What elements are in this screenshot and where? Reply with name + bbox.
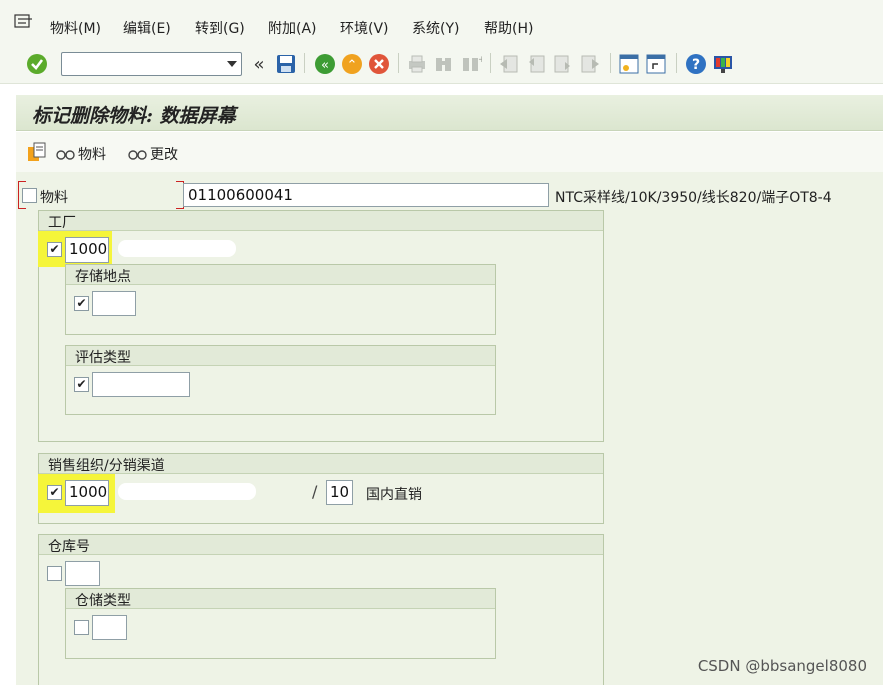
material-checkbox[interactable] xyxy=(22,188,37,203)
enter-check-icon[interactable] xyxy=(26,53,48,75)
svg-text:+: + xyxy=(478,55,482,65)
menu-environment[interactable]: 环境(V) xyxy=(340,18,389,38)
sales-org-header: 销售组织/分销渠道 xyxy=(39,454,603,474)
exit-icon[interactable]: ⌃ xyxy=(341,53,363,75)
warehouse-field[interactable] xyxy=(65,561,100,586)
layout-icon[interactable] xyxy=(712,53,734,75)
warehouse-checkbox[interactable] xyxy=(47,566,62,581)
plant-field[interactable]: 1000 xyxy=(65,237,109,263)
storage-type-header: 仓储类型 xyxy=(66,589,495,609)
toolbar-separator xyxy=(490,53,491,73)
material-number-value: 01100600041 xyxy=(188,186,293,204)
find-icon[interactable] xyxy=(433,53,455,75)
prev-page-icon[interactable] xyxy=(525,53,547,75)
storage-location-header: 存储地点 xyxy=(66,265,495,285)
copy-template-icon[interactable] xyxy=(26,141,48,163)
first-page-icon[interactable] xyxy=(498,53,520,75)
plant-value: 1000 xyxy=(69,240,108,258)
glasses-icon xyxy=(128,147,148,161)
svg-text:?: ? xyxy=(692,57,700,73)
watermark: CSDN @bbsangel8080 xyxy=(697,657,867,675)
valuation-type-header: 评估类型 xyxy=(66,346,495,366)
plant-checkbox[interactable]: ✔ xyxy=(47,242,62,257)
toolbar-separator xyxy=(610,53,611,73)
sap-menu-icon[interactable] xyxy=(14,13,34,29)
sales-org-value: 1000 xyxy=(69,483,108,501)
valuation-type-checkbox[interactable]: ✔ xyxy=(74,377,89,392)
glasses-icon xyxy=(56,147,76,161)
menu-bar: 物料(M) 编辑(E) 转到(G) 附加(A) 环境(V) 系统(Y) 帮助(H… xyxy=(0,0,883,44)
valuation-type-field[interactable] xyxy=(92,372,190,397)
valuation-type-title: 评估类型 xyxy=(75,350,131,366)
shortcut-icon[interactable] xyxy=(645,53,667,75)
separator-slash: / xyxy=(312,482,318,501)
distribution-channel-desc: 国内直销 xyxy=(366,487,422,503)
material-description: NTC采样线/10K/3950/线长820/端子OT8-4 xyxy=(555,190,832,206)
screen-title-bar: 标记删除物料: 数据屏幕 xyxy=(16,95,883,131)
required-marker xyxy=(176,208,184,209)
menu-goto[interactable]: 转到(G) xyxy=(195,18,245,38)
change-button-label: 更改 xyxy=(150,147,178,163)
page-title: 标记删除物料: 数据屏幕 xyxy=(32,105,236,127)
storage-location-title: 存储地点 xyxy=(75,269,131,285)
sales-org-title: 销售组织/分销渠道 xyxy=(48,458,165,474)
menu-material[interactable]: 物料(M) xyxy=(50,18,101,38)
storage-type-checkbox[interactable] xyxy=(74,620,89,635)
menu-edit[interactable]: 编辑(E) xyxy=(123,18,171,38)
svg-text:⌃: ⌃ xyxy=(347,58,358,73)
warehouse-title: 仓库号 xyxy=(48,539,90,555)
storage-type-field[interactable] xyxy=(92,615,127,640)
redacted-area xyxy=(118,240,236,257)
plant-group-title: 工厂 xyxy=(48,215,76,231)
required-marker xyxy=(176,181,184,182)
required-marker xyxy=(18,208,26,209)
svg-text:«: « xyxy=(321,58,329,73)
toolbar-separator xyxy=(304,53,305,73)
storage-location-field[interactable] xyxy=(92,291,136,316)
toolbar-separator xyxy=(676,53,677,73)
distribution-channel-value: 10 xyxy=(330,483,350,501)
menu-help[interactable]: 帮助(H) xyxy=(484,18,533,38)
plant-group-header: 工厂 xyxy=(39,211,603,231)
save-icon[interactable] xyxy=(275,53,297,75)
distribution-channel-field[interactable]: 10 xyxy=(326,480,353,505)
command-field[interactable] xyxy=(61,52,242,76)
menu-system[interactable]: 系统(Y) xyxy=(412,18,459,38)
toolbar-separator xyxy=(398,53,399,73)
material-button-label: 物料 xyxy=(78,147,106,163)
cancel-icon[interactable] xyxy=(368,53,390,75)
menu-extras[interactable]: 附加(A) xyxy=(268,18,317,38)
sales-org-field[interactable]: 1000 xyxy=(65,480,109,506)
application-toolbar: 物料 更改 xyxy=(16,132,883,172)
next-page-icon[interactable] xyxy=(552,53,574,75)
material-label: 物料 xyxy=(40,190,68,206)
print-icon[interactable] xyxy=(406,53,428,75)
help-icon[interactable]: ? xyxy=(685,53,707,75)
redacted-area xyxy=(118,483,256,500)
material-number-field[interactable]: 01100600041 xyxy=(183,183,549,207)
required-marker xyxy=(18,181,26,182)
storage-location-checkbox[interactable]: ✔ xyxy=(74,296,89,311)
storage-type-title: 仓储类型 xyxy=(75,593,131,609)
sales-org-checkbox[interactable]: ✔ xyxy=(47,485,62,500)
history-back-icon[interactable]: « xyxy=(248,53,270,75)
change-button[interactable]: 更改 xyxy=(128,144,178,164)
back-icon[interactable]: « xyxy=(314,53,336,75)
warehouse-header: 仓库号 xyxy=(39,535,603,555)
chevron-down-icon[interactable] xyxy=(227,61,237,67)
storage-type-group: 仓储类型 xyxy=(65,588,496,659)
find-next-icon[interactable]: + xyxy=(460,53,482,75)
material-button[interactable]: 物料 xyxy=(56,144,106,164)
last-page-icon[interactable] xyxy=(579,53,601,75)
new-session-icon[interactable] xyxy=(618,53,640,75)
